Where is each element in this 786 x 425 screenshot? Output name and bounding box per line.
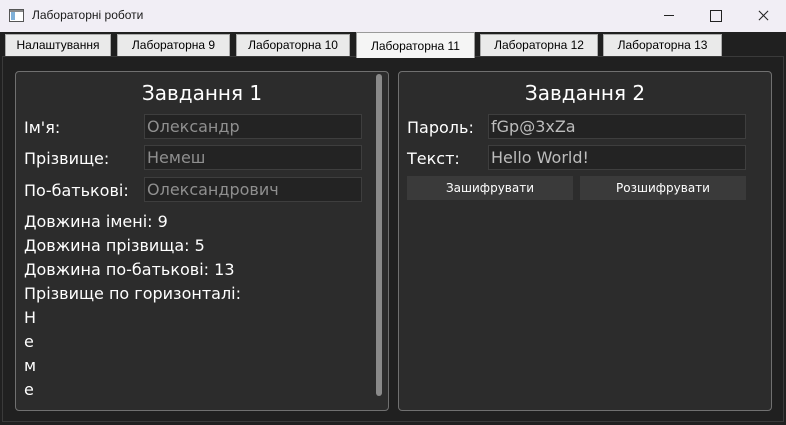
text-field[interactable]: Hello World! xyxy=(488,145,746,170)
name-field[interactable]: Олександр xyxy=(144,114,362,139)
decrypt-button[interactable]: Розшифрувати xyxy=(580,176,746,200)
task2-title: Завдання 2 xyxy=(524,81,646,105)
patronymic-field[interactable]: Олександрович xyxy=(144,177,362,202)
vertical-scrollbar[interactable] xyxy=(376,74,382,396)
vertical-letter: е xyxy=(24,380,34,399)
vertical-surname-heading: Прізвище по горизонталі: xyxy=(24,284,241,303)
task1-panel: Завдання 1 Ім'я: Олександр Прізвище: Нем… xyxy=(15,71,389,411)
vertical-letter: е xyxy=(24,332,34,351)
patronymic-length-text: Довжина по-батькові: 13 xyxy=(24,260,235,279)
surname-length-text: Довжина прізвища: 5 xyxy=(24,236,205,255)
encrypt-button[interactable]: Зашифрувати xyxy=(407,176,573,200)
tab-strip: Налаштування Лабораторна 9 Лабораторна 1… xyxy=(0,32,786,58)
close-button[interactable] xyxy=(740,0,786,32)
vertical-letter: м xyxy=(24,356,37,375)
window-title: Лабораторні роботи xyxy=(32,8,144,22)
text-label: Текст: xyxy=(407,149,460,168)
minimize-button[interactable] xyxy=(646,0,692,32)
tab-lab-11[interactable]: Лабораторна 11 xyxy=(356,32,475,58)
password-field[interactable]: fGp@3xZa xyxy=(488,114,746,139)
task2-panel: Завдання 2 Пароль: fGp@3xZa Текст: Hello… xyxy=(398,71,772,411)
tab-lab-12[interactable]: Лабораторна 12 xyxy=(480,34,598,56)
title-bar: Лабораторні роботи xyxy=(0,0,786,32)
vertical-letter: Н xyxy=(24,308,37,327)
name-length-text: Довжина імені: 9 xyxy=(24,212,168,231)
tab-lab-10[interactable]: Лабораторна 10 xyxy=(236,34,350,56)
patronymic-label: По-батькові: xyxy=(24,181,129,200)
surname-label: Прізвище: xyxy=(24,149,110,168)
password-label: Пароль: xyxy=(407,118,474,137)
tab-lab-9[interactable]: Лабораторна 9 xyxy=(117,34,230,56)
maximize-button[interactable] xyxy=(692,0,738,32)
tab-content: Завдання 1 Ім'я: Олександр Прізвище: Нем… xyxy=(2,56,784,422)
app-window-icon xyxy=(9,9,24,22)
name-label: Ім'я: xyxy=(24,118,61,137)
surname-field[interactable]: Немеш xyxy=(144,145,362,170)
tab-lab-13[interactable]: Лабораторна 13 xyxy=(603,34,722,56)
task1-title: Завдання 1 xyxy=(141,81,263,105)
tab-settings[interactable]: Налаштування xyxy=(5,34,111,56)
